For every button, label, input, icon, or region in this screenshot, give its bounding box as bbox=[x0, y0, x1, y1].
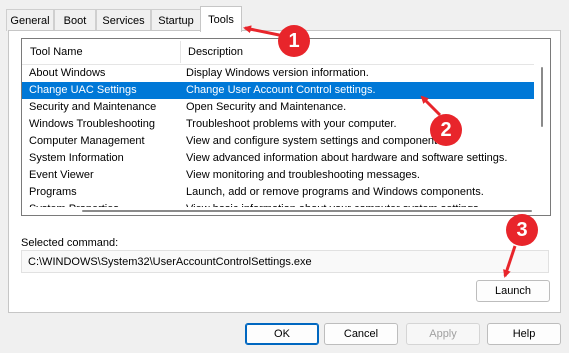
tool-name: Security and Maintenance bbox=[29, 101, 157, 113]
tool-description: View advanced information about hardware… bbox=[186, 152, 508, 164]
horizontal-scroll-thumb[interactable] bbox=[82, 210, 532, 212]
launch-button-label: Launch bbox=[494, 285, 532, 297]
callout-badge-2: 2 bbox=[430, 114, 462, 146]
selected-command-value: C:\WINDOWS\System32\UserAccountControlSe… bbox=[28, 255, 312, 268]
help-button[interactable]: Help bbox=[487, 323, 561, 345]
tool-description: View and configure system settings and c… bbox=[186, 135, 446, 147]
tab-boot-label: Boot bbox=[63, 14, 87, 27]
tab-general-label: General bbox=[10, 14, 50, 27]
vertical-scrollbar[interactable] bbox=[534, 39, 550, 215]
tool-name: Programs bbox=[29, 186, 77, 198]
ok-button-label: OK bbox=[274, 328, 290, 340]
tab-boot[interactable]: Boot bbox=[54, 9, 96, 31]
cancel-button[interactable]: Cancel bbox=[324, 323, 398, 345]
selected-command-label: Selected command: bbox=[21, 237, 119, 249]
tab-services[interactable]: Services bbox=[96, 9, 151, 31]
tool-name: Computer Management bbox=[29, 135, 145, 147]
tools-list[interactable]: Tool Name Description About Windows Displ… bbox=[21, 38, 551, 216]
list-item[interactable]: Security and Maintenance Open Security an… bbox=[22, 99, 534, 116]
apply-button[interactable]: Apply bbox=[406, 323, 480, 345]
cancel-button-label: Cancel bbox=[343, 328, 379, 340]
column-header-description-label: Description bbox=[188, 46, 244, 58]
vertical-scroll-thumb[interactable] bbox=[541, 67, 543, 127]
selected-command-field[interactable]: C:\WINDOWS\System32\UserAccountControlSe… bbox=[21, 250, 549, 273]
tab-startup-label: Startup bbox=[158, 14, 194, 27]
tool-description: Display Windows version information. bbox=[186, 67, 369, 79]
launch-button[interactable]: Launch bbox=[476, 280, 550, 302]
apply-button-label: Apply bbox=[429, 328, 457, 340]
column-header-tool-name[interactable]: Tool Name bbox=[22, 39, 180, 65]
tool-name: Event Viewer bbox=[29, 169, 94, 181]
help-button-label: Help bbox=[512, 328, 536, 340]
tool-name: System Information bbox=[29, 152, 124, 164]
list-item[interactable]: Event Viewer View monitoring and troubles… bbox=[22, 167, 534, 184]
list-item-selected[interactable]: Change UAC Settings Change User Account C… bbox=[22, 82, 534, 99]
tab-tools[interactable]: Tools bbox=[200, 6, 242, 32]
tab-services-label: Services bbox=[102, 14, 145, 27]
tools-panel: Tool Name Description About Windows Displ… bbox=[8, 30, 561, 313]
list-item[interactable]: System Information View advanced informat… bbox=[22, 150, 534, 167]
tab-tools-label: Tools bbox=[208, 13, 234, 26]
tool-description: Open Security and Maintenance. bbox=[186, 101, 347, 113]
callout-badge-3: 3 bbox=[506, 214, 538, 246]
tool-name: Change UAC Settings bbox=[29, 84, 137, 96]
tab-general[interactable]: General bbox=[6, 9, 54, 31]
column-header-tool-name-label: Tool Name bbox=[30, 46, 83, 58]
tool-description: Change User Account Control settings. bbox=[186, 84, 376, 96]
tool-description: Launch, add or remove programs and Windo… bbox=[186, 186, 484, 198]
list-item[interactable]: Programs Launch, add or remove programs a… bbox=[22, 184, 534, 201]
ok-button[interactable]: OK bbox=[245, 323, 319, 345]
column-header-description[interactable]: Description bbox=[180, 39, 534, 65]
tool-description: View monitoring and troubleshooting mess… bbox=[186, 169, 420, 181]
tool-description: Troubleshoot problems with your computer… bbox=[186, 118, 397, 130]
horizontal-scrollbar[interactable] bbox=[22, 207, 534, 215]
callout-number: 2 bbox=[440, 118, 452, 141]
tool-name: Windows Troubleshooting bbox=[29, 118, 155, 130]
tab-startup[interactable]: Startup bbox=[151, 9, 201, 31]
tool-name: About Windows bbox=[29, 67, 106, 79]
callout-badge-1: 1 bbox=[278, 25, 310, 57]
callout-number: 3 bbox=[516, 218, 528, 241]
callout-number: 1 bbox=[288, 29, 300, 52]
list-item[interactable]: About Windows Display Windows version inf… bbox=[22, 65, 534, 82]
